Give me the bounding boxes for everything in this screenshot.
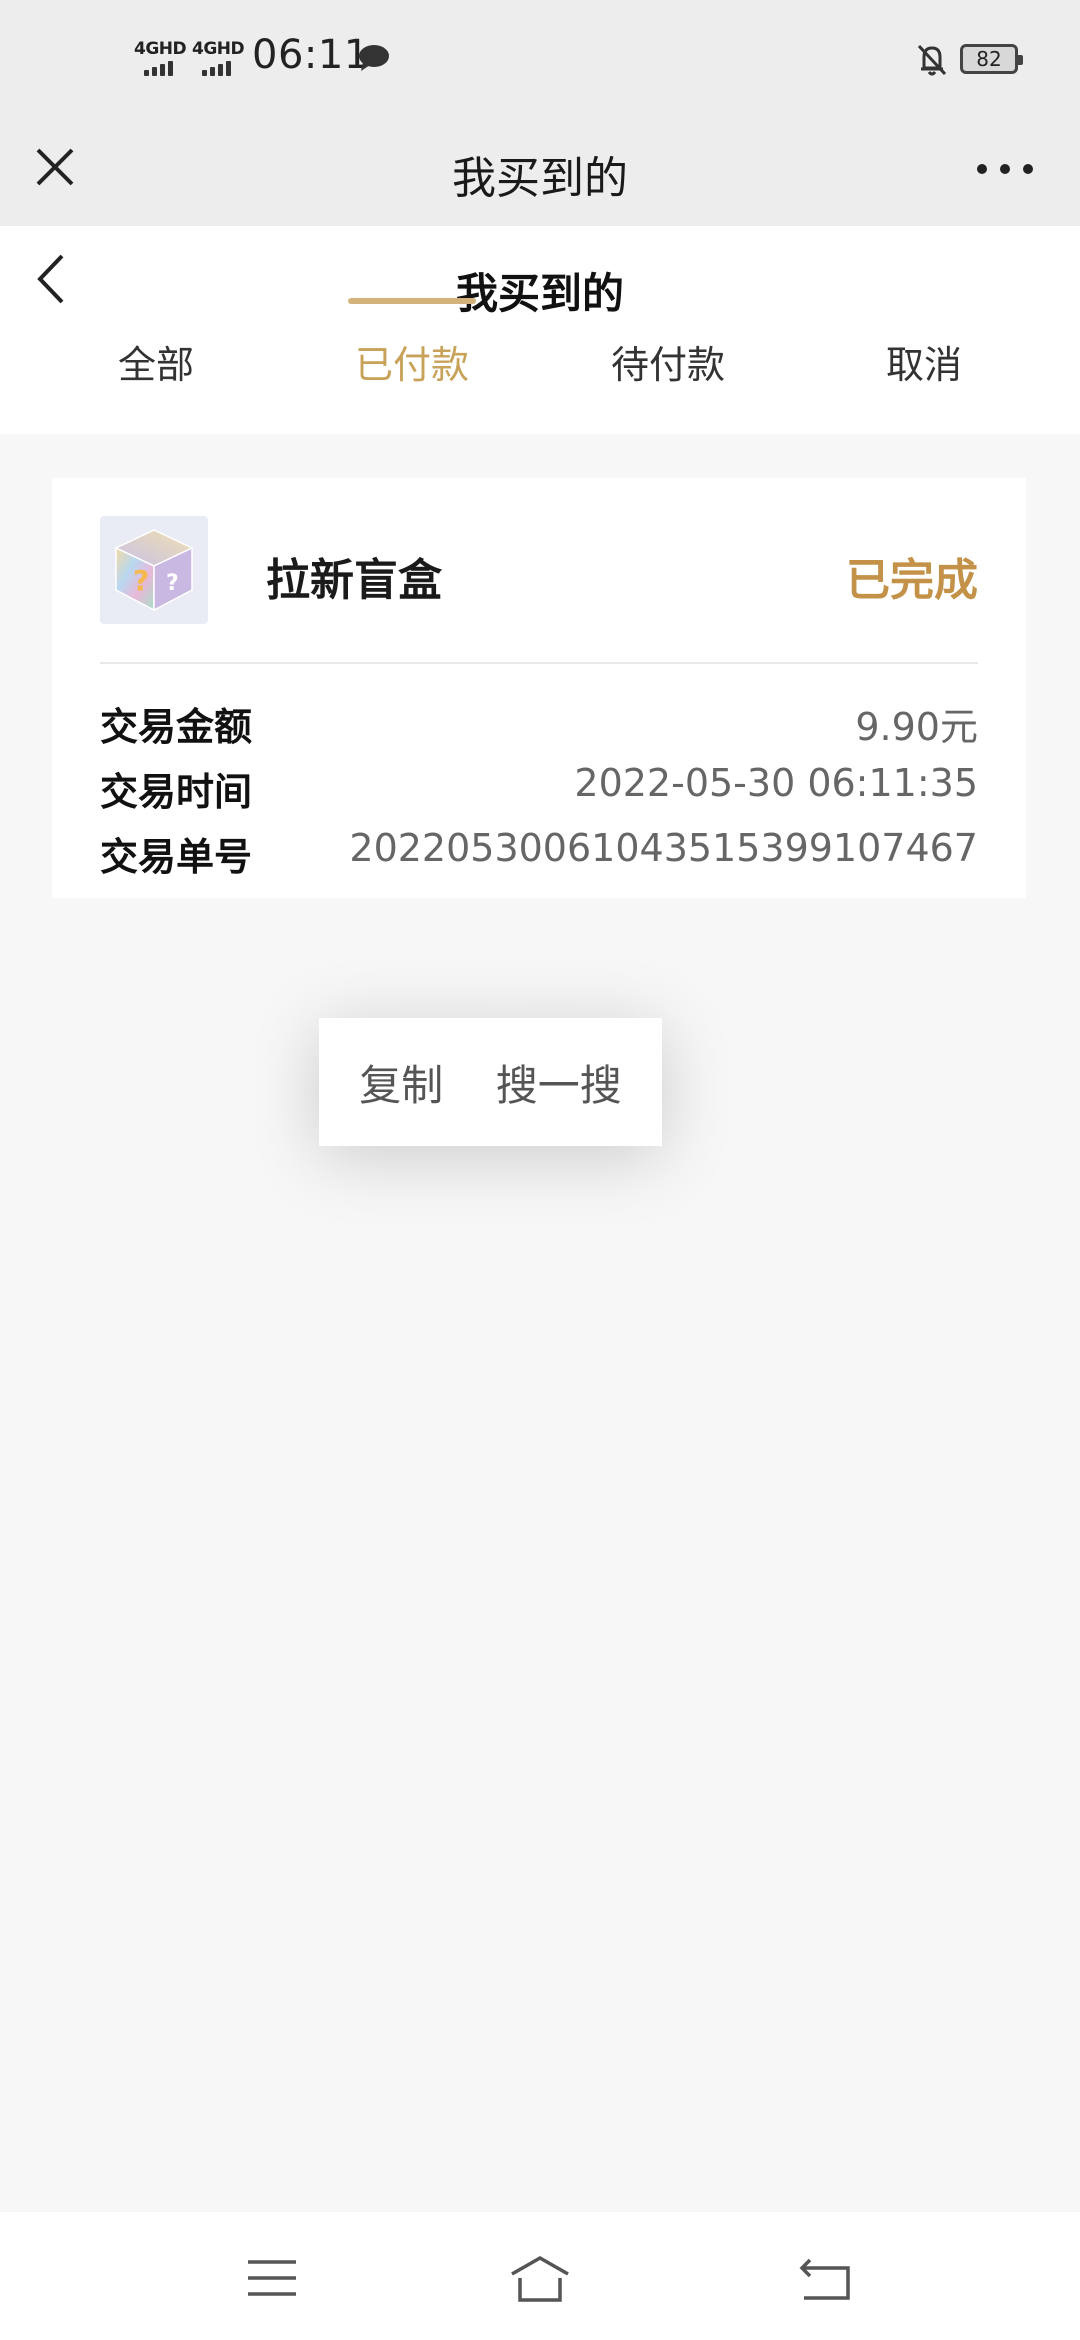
more-icon[interactable] [970,154,1040,184]
amount-row: 交易金额 9.90元 [100,696,978,752]
amount-label: 交易金额 [100,705,253,749]
page-header: 我买到的 全部 已付款 待付款 取消 [0,226,1080,434]
card-divider [100,662,978,664]
back-nav-icon[interactable] [796,2252,856,2304]
order-number-value[interactable]: 2022053006104351539910746​7 [349,826,978,870]
message-icon [359,45,389,71]
system-nav-bar [0,2212,1080,2340]
battery-icon: 82 [960,44,1023,74]
active-tab-indicator [348,298,476,304]
sim1-label: 4GHD [134,39,187,59]
page-title: 我买到的 [455,269,624,318]
item-name: 拉新盲盒 [266,555,442,606]
svg-text:?: ? [133,564,149,597]
order-number-row: 交易单号 2022053006104351539910746​7 [100,826,978,882]
time-value: 2022-05-30 06:11:35 [574,761,978,805]
tab-paid[interactable]: 已付款 [312,334,512,389]
top-navbar: 我买到的 [0,120,1080,226]
signal-icon: 4GHD [134,39,187,76]
order-card[interactable]: ? ? 拉新盲盒 已完成 交易金额 9.90元 交易时间 2022-05-30 … [52,478,1026,898]
status-time: 06:11 [252,32,370,78]
bell-off-icon [917,44,947,76]
context-menu: 复制 搜一搜 [319,1018,662,1146]
battery-level: 82 [976,47,1002,71]
tab-bar: 全部 已付款 待付款 取消 [0,334,1080,434]
svg-text:?: ? [166,571,179,596]
time-label: 交易时间 [100,770,253,814]
tab-cancelled[interactable]: 取消 [824,334,1024,389]
menu-icon[interactable] [242,2252,302,2304]
signal-icon: 4GHD [192,39,245,76]
order-status: 已完成 [846,555,978,606]
tab-all[interactable]: 全部 [56,334,256,389]
status-bar: 4GHD 4GHD 06:11 82 [0,0,1080,120]
copy-option[interactable]: 复制 [359,1052,443,1113]
amount-value: 9.90元 [855,705,978,749]
sim2-label: 4GHD [192,39,245,59]
search-option[interactable]: 搜一搜 [496,1052,622,1113]
order-number-label: 交易单号 [100,835,253,879]
tab-pending[interactable]: 待付款 [568,334,768,389]
navbar-title: 我买到的 [452,153,628,204]
home-icon[interactable] [508,2252,572,2304]
mystery-box-icon: ? ? [100,516,208,624]
time-row: 交易时间 2022-05-30 06:11:35 [100,761,978,817]
